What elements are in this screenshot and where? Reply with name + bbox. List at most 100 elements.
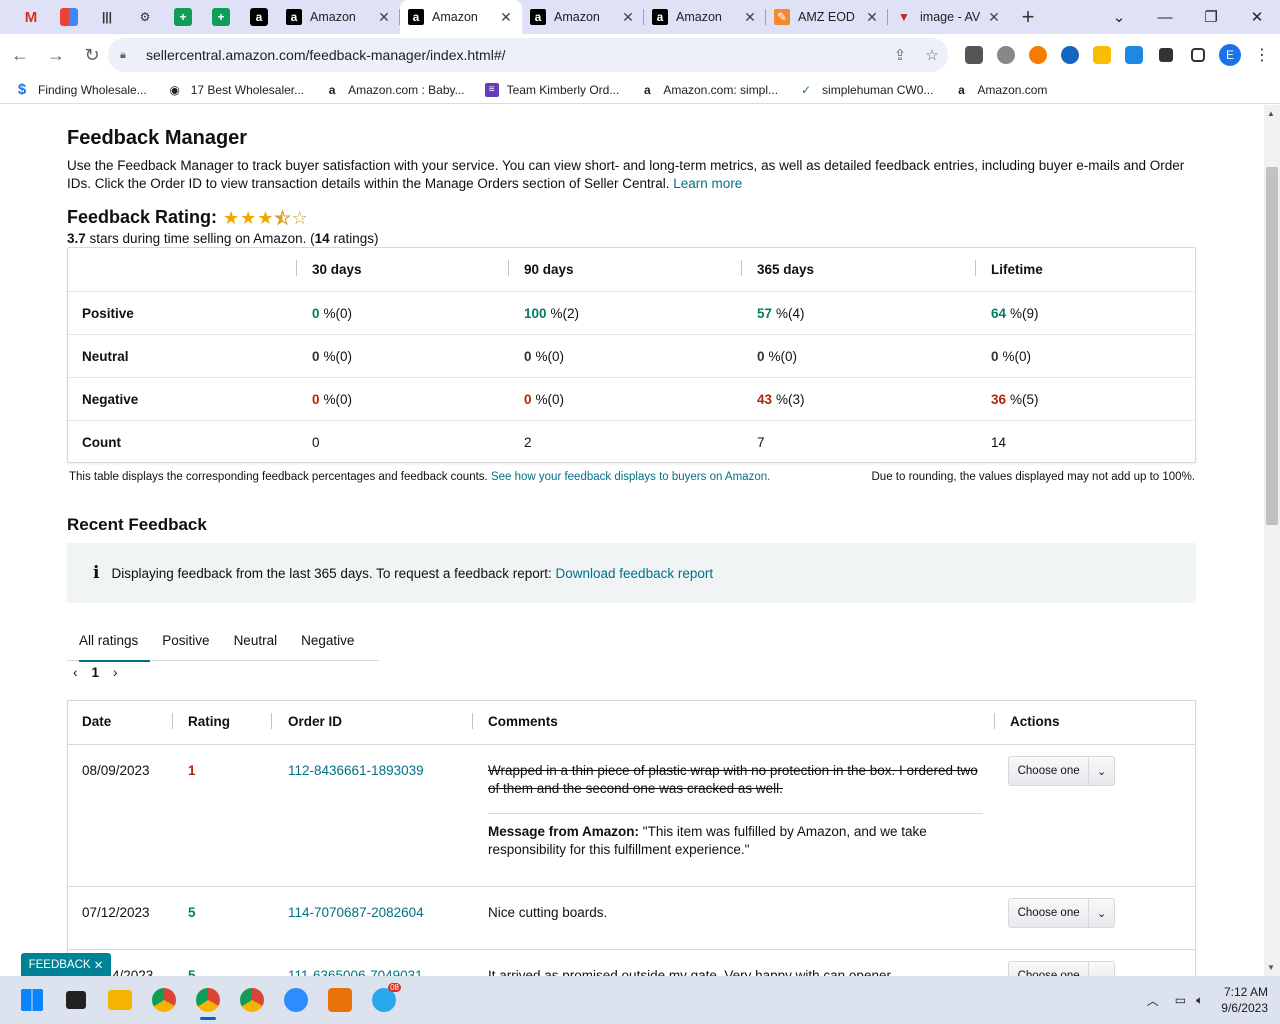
feedback-pill[interactable]: FEEDBACK ✕ bbox=[21, 953, 111, 976]
rating-sub-end: ratings) bbox=[333, 231, 379, 246]
bookmark-item[interactable]: ≡ Team Kimberly Ord... bbox=[484, 82, 619, 97]
close-icon[interactable]: ✕ bbox=[94, 958, 104, 972]
tool-pinned-tab[interactable]: ⚙ bbox=[126, 0, 164, 34]
extension-orange-icon[interactable] bbox=[1022, 39, 1054, 71]
extension-scout-icon[interactable] bbox=[1086, 39, 1118, 71]
tab-all-ratings[interactable]: All ratings bbox=[67, 621, 151, 662]
address-bar[interactable]: 🔒︎ sellercentral.amazon.com/feedback-man… bbox=[108, 38, 948, 72]
zoom-icon bbox=[284, 988, 308, 1012]
close-icon[interactable]: ✕ bbox=[620, 9, 636, 26]
start-button[interactable] bbox=[10, 978, 54, 1022]
bookmark-item[interactable]: a Amazon.com bbox=[953, 82, 1047, 98]
feedback-rating: 5 bbox=[188, 905, 196, 920]
prev-page-icon[interactable]: ‹ bbox=[73, 665, 78, 680]
extension-blue-icon[interactable] bbox=[1054, 39, 1086, 71]
bookmark-star-icon[interactable]: ☆ bbox=[916, 46, 948, 64]
learn-more-link[interactable]: Learn more bbox=[673, 176, 742, 191]
url-text[interactable]: sellercentral.amazon.com/feedback-manage… bbox=[146, 47, 884, 63]
new-tab-button[interactable]: + bbox=[1010, 0, 1046, 34]
feedback-display-link[interactable]: See how your feedback displays to buyers… bbox=[491, 471, 770, 483]
tab-neutral[interactable]: Neutral bbox=[222, 621, 290, 661]
amazon-pinned-tab[interactable]: a bbox=[240, 0, 278, 34]
tab-amazon-3[interactable]: a Amazon ✕ bbox=[522, 0, 644, 34]
metric-cell: 36 %(5) bbox=[991, 378, 1039, 421]
gmail-pinned-tab[interactable]: M bbox=[12, 0, 50, 34]
current-page[interactable]: 1 bbox=[92, 665, 100, 680]
close-icon[interactable]: ✕ bbox=[864, 9, 880, 26]
rating-count: 14 bbox=[314, 231, 330, 246]
scroll-thumb[interactable] bbox=[1266, 167, 1278, 525]
close-icon[interactable]: ✕ bbox=[376, 9, 392, 26]
amazon-icon: a bbox=[286, 9, 302, 25]
minimize-icon[interactable]: — bbox=[1142, 0, 1188, 34]
action-dropdown[interactable]: Choose one⌄ bbox=[1008, 898, 1115, 928]
bookmark-item[interactable]: a Amazon.com : Baby... bbox=[324, 82, 465, 98]
bookmark-item[interactable]: ◉ 17 Best Wholesaler... bbox=[167, 82, 304, 98]
sheets-pinned-tab[interactable]: + bbox=[164, 0, 202, 34]
share-icon[interactable]: ⇪ bbox=[884, 46, 916, 64]
tab-amazon-1[interactable]: a Amazon ✕ bbox=[278, 0, 400, 34]
chevron-up-icon[interactable]: ︿ bbox=[1147, 992, 1159, 1009]
tab-amz-eod[interactable]: ✎ AMZ EOD ✕ bbox=[766, 0, 888, 34]
order-id-link[interactable]: 114-7070687-2082604 bbox=[288, 905, 424, 920]
snipping-tool-button[interactable] bbox=[318, 978, 362, 1022]
extension-plane-icon[interactable] bbox=[990, 39, 1022, 71]
back-icon[interactable]: ← bbox=[4, 39, 36, 71]
extension-fba-icon[interactable] bbox=[1118, 39, 1150, 71]
volume-icon[interactable]: 🔈︎ bbox=[1196, 993, 1203, 1008]
clock[interactable]: 7:12 AM 9/6/2023 bbox=[1221, 984, 1268, 1016]
tab-positive[interactable]: Positive bbox=[150, 621, 221, 661]
close-icon[interactable]: ✕ bbox=[986, 9, 1002, 26]
file-explorer-button[interactable] bbox=[98, 978, 142, 1022]
scroll-down-icon[interactable]: ▼ bbox=[1267, 963, 1275, 972]
feedback-comment: Wrapped in a thin piece of plastic wrap … bbox=[488, 763, 978, 796]
chrome-profile-button[interactable] bbox=[186, 978, 230, 1022]
sheets-pinned-tab-2[interactable]: + bbox=[202, 0, 240, 34]
profile-avatar[interactable]: E bbox=[1214, 39, 1246, 71]
forward-icon[interactable]: → bbox=[40, 39, 72, 71]
next-page-icon[interactable]: › bbox=[113, 665, 118, 680]
zoom-button[interactable] bbox=[274, 978, 318, 1022]
lock-icon[interactable]: 🔒︎ bbox=[120, 49, 132, 61]
menu-kebab-icon[interactable]: ⋮ bbox=[1246, 39, 1278, 71]
chrome-button[interactable] bbox=[142, 978, 186, 1022]
action-dropdown[interactable]: Choose one⌄ bbox=[1008, 961, 1115, 976]
order-id-link[interactable]: 111-6365006-7049031 bbox=[288, 968, 423, 976]
metric-cell: 0 %(0) bbox=[757, 335, 797, 378]
tab-amazon-2[interactable]: a Amazon ✕ bbox=[400, 0, 522, 34]
metrics-header-row: 30 days 90 days 365 days Lifetime bbox=[68, 248, 1195, 291]
bookmark-item[interactable]: a Amazon.com: simpl... bbox=[639, 82, 778, 98]
restore-icon[interactable]: ❐ bbox=[1188, 0, 1234, 34]
tab-negative[interactable]: Negative bbox=[289, 621, 366, 661]
bookmark-item[interactable]: ✓ simplehuman CW0... bbox=[798, 82, 933, 98]
close-window-icon[interactable]: ✕ bbox=[1234, 0, 1280, 34]
chrome-button-2[interactable] bbox=[230, 978, 274, 1022]
download-report-link[interactable]: Download feedback report bbox=[556, 566, 714, 581]
barcode-pinned-tab[interactable]: ||| bbox=[88, 0, 126, 34]
extensions-puzzle-icon[interactable] bbox=[1150, 39, 1182, 71]
order-id-link[interactable]: 112-8436661-1893039 bbox=[288, 763, 424, 778]
task-view-button[interactable] bbox=[54, 978, 98, 1022]
extensions-bar: E ⋮ bbox=[958, 38, 1278, 72]
image-icon: ▼ bbox=[898, 10, 910, 24]
tab-image[interactable]: ▼ image - AV ✕ bbox=[888, 0, 1010, 34]
network-icon[interactable]: ▭ bbox=[1175, 993, 1186, 1007]
window-controls: ⌄ — ❐ ✕ bbox=[1096, 0, 1280, 34]
page-scrollbar[interactable]: ▲ ▼ bbox=[1264, 105, 1280, 976]
telegram-button[interactable]: 08 bbox=[362, 978, 406, 1022]
side-panel-icon[interactable] bbox=[1182, 39, 1214, 71]
close-icon[interactable]: ✕ bbox=[742, 9, 758, 26]
rounding-note: Due to rounding, the values displayed ma… bbox=[871, 471, 1196, 483]
extension-off-icon[interactable] bbox=[958, 39, 990, 71]
tab-amazon-4[interactable]: a Amazon ✕ bbox=[644, 0, 766, 34]
feedback-rating: 5 bbox=[188, 968, 196, 976]
star-rating: ★ ★ ★ ★ ☆ bbox=[223, 208, 309, 227]
column-divider bbox=[172, 713, 173, 729]
scroll-up-icon[interactable]: ▲ bbox=[1267, 109, 1275, 118]
apps-pinned-tab[interactable] bbox=[50, 0, 88, 34]
bookmark-item[interactable]: $ Finding Wholesale... bbox=[14, 81, 147, 98]
tab-search-icon[interactable]: ⌄ bbox=[1096, 0, 1142, 34]
close-icon[interactable]: ✕ bbox=[498, 9, 514, 26]
reload-icon[interactable]: ↻ bbox=[76, 39, 108, 71]
action-dropdown[interactable]: Choose one⌄ bbox=[1008, 756, 1115, 786]
